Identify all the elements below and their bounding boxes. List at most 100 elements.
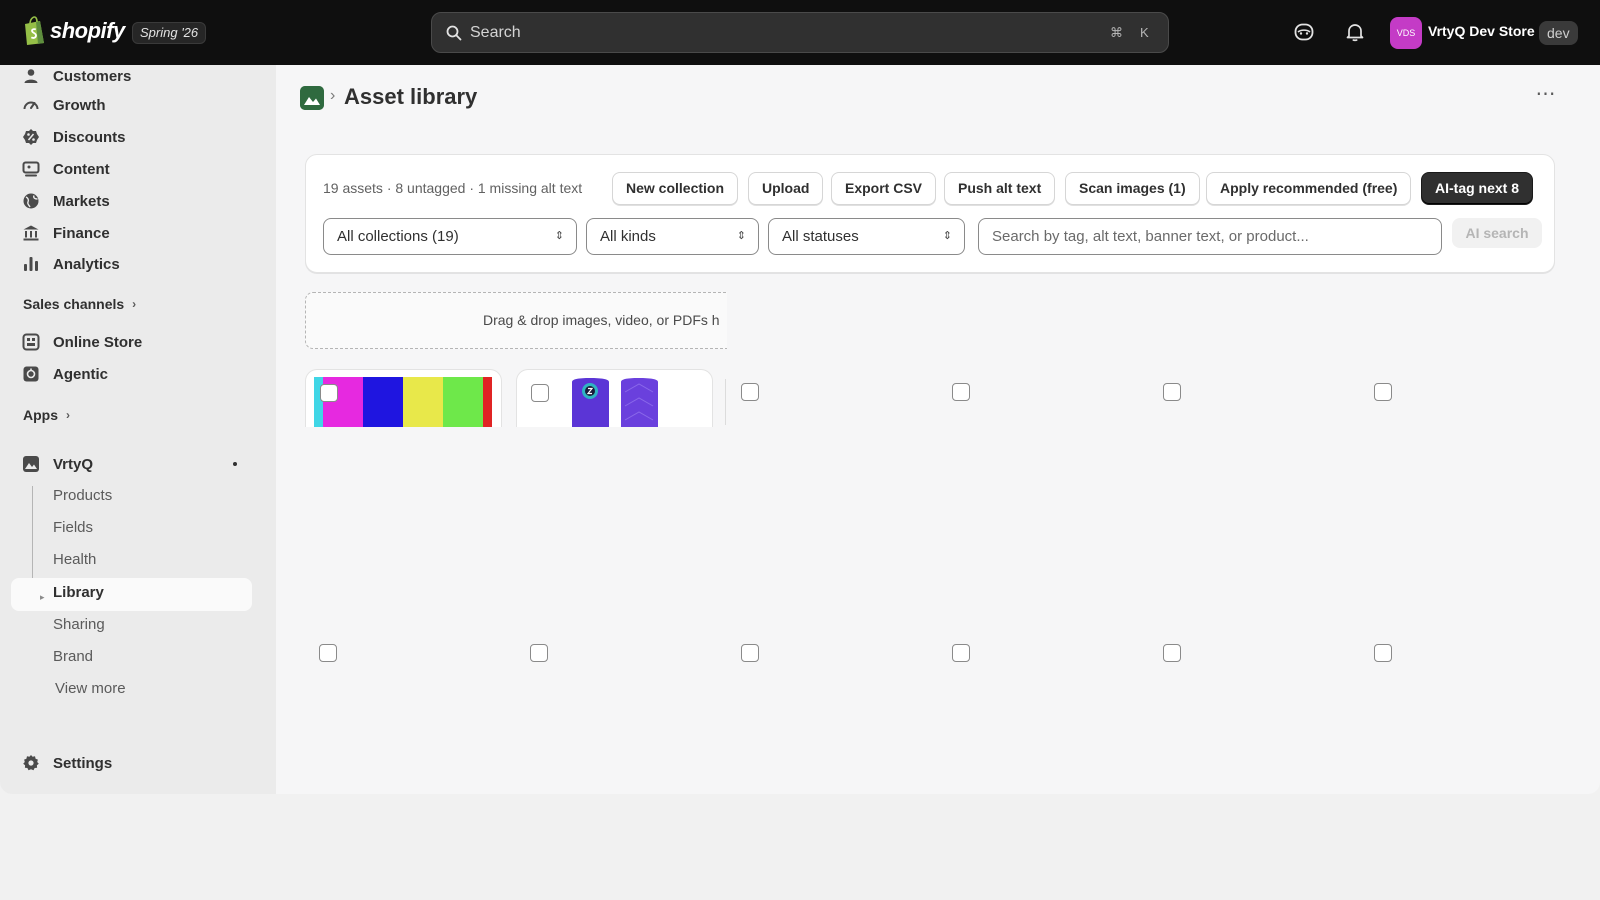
sidebar-subitem-brand[interactable]: Brand [53,646,93,668]
image-app-icon [300,86,324,110]
globe-icon [23,193,39,209]
color-stripe [443,377,483,427]
sidebar-item-label: Agentic [53,365,109,383]
shopify-logo[interactable]: shopify [22,16,125,46]
sidebar-item-label: Customers [53,67,132,85]
breadcrumb-separator: › [330,87,336,104]
store-name[interactable]: VrtyQ Dev Store [1428,23,1535,39]
asset-checkbox[interactable] [741,383,759,401]
sidebar-item-settings[interactable]: Settings [22,751,112,775]
asset-search-input[interactable] [978,218,1442,255]
ai-search-button[interactable]: AI search [1452,218,1542,248]
new-collection-button[interactable]: New collection [612,172,739,205]
apps-heading[interactable]: Apps › [23,407,70,423]
asset-checkbox[interactable] [530,644,548,662]
sidebar-subitem-library[interactable]: Library [53,582,104,604]
asset-checkbox[interactable] [531,384,549,402]
dev-badge: dev [1539,21,1578,45]
sidebar-item-markets[interactable]: Markets [22,189,110,213]
discount-icon [23,129,39,145]
tile-edge [725,379,726,425]
top-bar: shopify Spring '26 ⌘ K VDS VrtyQ Dev Sto… [0,0,1600,65]
asset-checkbox[interactable] [1374,644,1392,662]
sidebar-item-analytics[interactable]: Analytics [22,252,120,276]
admin-frame: Customers Growth Discounts Content Marke… [0,65,1600,794]
sidebar-item-label: VrtyQ [53,455,94,473]
tree-arrow-icon: ▸ [40,592,45,602]
asset-checkbox[interactable] [319,644,337,662]
global-search[interactable]: ⌘ K [431,12,1169,53]
scan-images-button[interactable]: Scan images (1) [1065,172,1200,205]
content-icon [22,161,40,177]
sidebar-item-growth[interactable]: Growth [22,93,106,117]
upload-button[interactable]: Upload [748,172,824,205]
statuses-select[interactable]: All statuses ⇕ [768,218,965,255]
page-title: Asset library [344,84,478,109]
select-arrows-icon: ⇕ [736,230,746,242]
sidebar-item-label: Settings [53,754,113,772]
sidebar-item-label: Growth [53,96,106,114]
sidebar-subitem-fields[interactable]: Fields [53,517,93,539]
asset-checkbox[interactable] [952,644,970,662]
color-stripe [363,377,403,427]
asset-checkbox[interactable] [1163,383,1181,401]
sidebar-subitem-products[interactable]: Products [53,485,112,507]
asset-checkbox[interactable] [1374,383,1392,401]
ai-tag-next-button[interactable]: AI-tag next 8 [1421,172,1534,205]
asset-summary: 19 assets · 8 untagged · 1 missing alt t… [323,180,583,196]
sidebar-item-customers[interactable]: Customers [22,65,131,88]
asset-tile[interactable] [516,369,713,427]
sidebar-subitem-health[interactable]: Health [53,549,96,571]
sidebar-subitem-sharing[interactable]: Sharing [53,614,105,636]
asset-checkbox[interactable] [952,383,970,401]
shopify-bag-icon [25,16,44,45]
bell-icon[interactable] [1344,21,1366,43]
sidebar-item-label: Finance [53,224,110,242]
store-avatar[interactable]: VDS [1390,17,1422,49]
sidebar-item-agentic[interactable]: Agentic [22,362,108,386]
person-icon [24,69,38,83]
view-more-link[interactable]: View more [55,678,126,700]
push-alt-text-button[interactable]: Push alt text [944,172,1056,205]
more-actions-button[interactable]: ⋯ [1530,83,1562,111]
asset-tile[interactable] [305,369,502,427]
bank-icon [23,225,39,241]
search-input[interactable] [470,13,1070,52]
asset-checkbox[interactable] [320,384,338,402]
asset-thumbnail-color-bars [314,377,492,427]
sidebar-item-label: Analytics [53,255,120,273]
export-csv-button[interactable]: Export CSV [831,172,937,205]
sidebar-item-online-store[interactable]: Online Store [22,330,142,354]
apps-label: Apps [23,407,58,423]
chevron-right-icon: › [66,408,70,422]
main-content: › Asset library ⋯ 19 assets · 8 untagged… [276,65,1600,794]
select-arrows-icon: ⇕ [942,230,952,242]
unread-dot [233,462,237,466]
color-stripe [403,377,443,427]
upload-dropzone[interactable]: Drag & drop images, video, or PDFs h [305,292,727,349]
sidebar-item-label: Discounts [53,128,126,146]
sales-channels-label: Sales channels [23,296,125,312]
store-icon [22,333,40,351]
shortcut-k-key: K [1140,25,1149,40]
sidebar-item-discounts[interactable]: Discounts [22,125,126,149]
gauge-icon [23,101,39,110]
asset-checkbox[interactable] [741,644,759,662]
shortcut-cmd-key: ⌘ [1110,25,1123,40]
sidekick-icon[interactable] [1293,21,1315,43]
chevron-right-icon: › [132,297,137,311]
sidebar-item-vrtyq[interactable]: VrtyQ [22,452,93,476]
sales-channels-heading[interactable]: Sales channels › [23,296,136,312]
sidebar-item-label: Online Store [53,333,143,351]
sidebar-item-label: Content [53,160,110,178]
search-icon [446,25,462,41]
kinds-select[interactable]: All kinds ⇕ [586,218,759,255]
sidebar-item-content[interactable]: Content [22,157,110,181]
color-stripe [483,377,492,427]
asset-checkbox[interactable] [1163,644,1181,662]
select-arrows-icon: ⇕ [554,230,564,242]
active-item-highlight [11,578,252,611]
collections-select[interactable]: All collections (19) ⇕ [323,218,577,255]
sidebar-item-finance[interactable]: Finance [22,221,110,245]
apply-recommended-button[interactable]: Apply recommended (free) [1206,172,1412,205]
